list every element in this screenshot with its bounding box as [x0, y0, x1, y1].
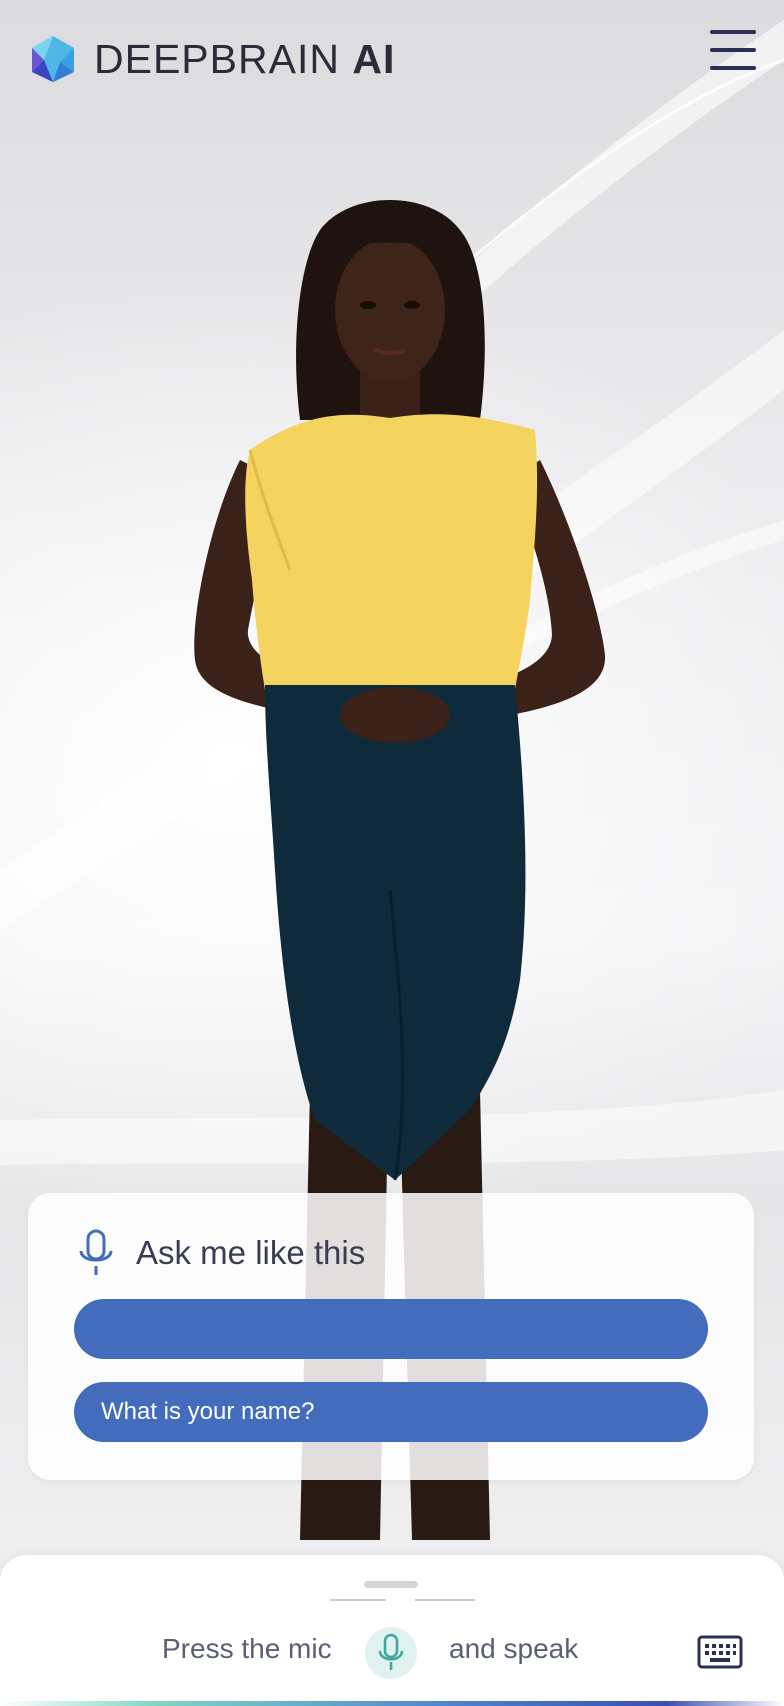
voice-input-bar: Press the mic and speak	[0, 1555, 784, 1706]
mic-prompt-before: Press the mic	[162, 1633, 332, 1664]
drawer-handle[interactable]	[364, 1581, 418, 1588]
suggestion-chip[interactable]: What is your name?	[74, 1382, 708, 1442]
header: DEEPBRAIN AI	[0, 0, 784, 120]
mic-button[interactable]	[365, 1627, 417, 1679]
mic-prompt-after: and speak	[449, 1633, 579, 1664]
hamburger-line	[710, 66, 756, 70]
hamburger-line	[710, 48, 756, 52]
progress-gradient-line	[0, 1701, 784, 1706]
keyboard-icon	[697, 1635, 743, 1669]
suggestion-chip-label: What is your name?	[101, 1398, 315, 1425]
deepbrain-logo[interactable]: DEEPBRAIN AI	[30, 34, 395, 84]
divider-line	[415, 1599, 475, 1601]
suggestion-card-header: Ask me like this	[78, 1229, 365, 1277]
divider-line	[330, 1599, 386, 1601]
microphone-icon	[79, 1229, 113, 1275]
suggestion-chip[interactable]	[74, 1299, 708, 1359]
brand-name: DEEPBRAIN AI	[94, 35, 396, 82]
menu-button[interactable]	[710, 30, 756, 74]
deepbrain-cube-icon	[32, 36, 74, 82]
suggestion-card: Ask me like this What is your name?	[28, 1193, 754, 1480]
suggestion-title: Ask me like this	[136, 1234, 366, 1271]
hamburger-menu-icon	[710, 30, 756, 34]
keyboard-button[interactable]	[697, 1635, 743, 1669]
microphone-icon	[378, 1633, 404, 1670]
brand-name-bold: AI	[352, 35, 396, 82]
